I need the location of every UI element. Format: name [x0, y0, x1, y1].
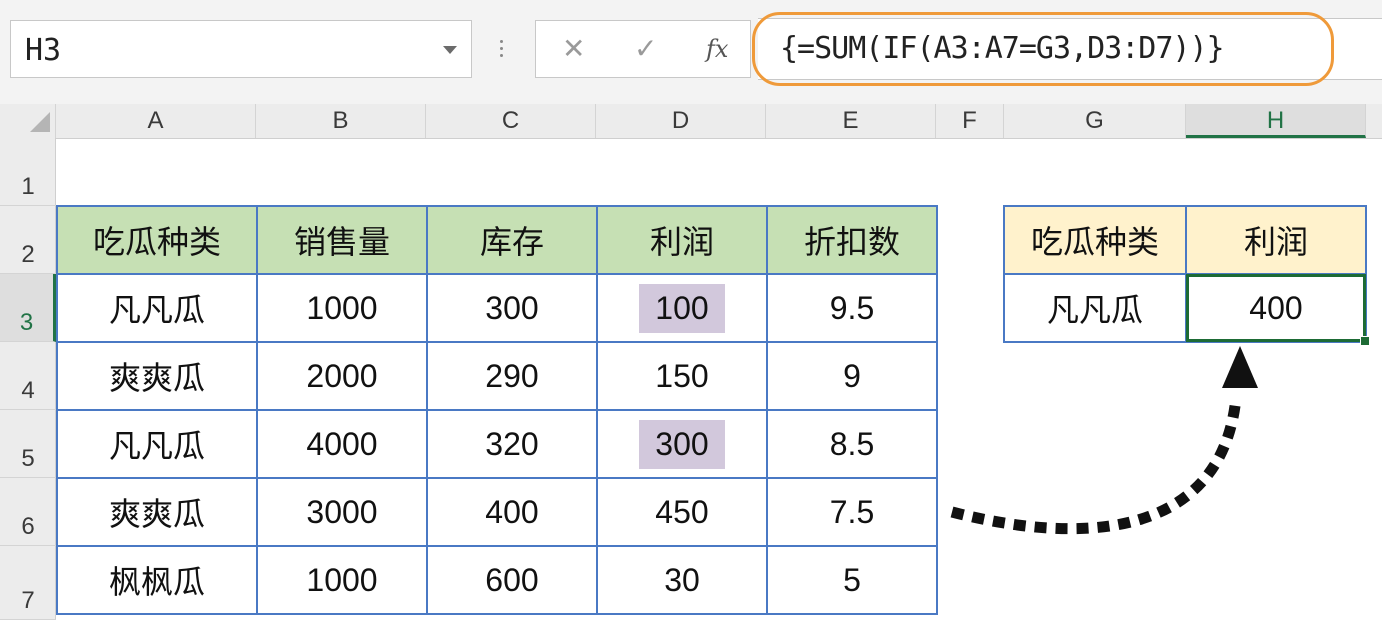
cell-type[interactable]: 爽爽瓜	[56, 341, 258, 411]
cell-sales[interactable]: 3000	[256, 477, 428, 547]
column-header-g[interactable]: G	[1004, 104, 1186, 138]
column-header-f[interactable]: F	[936, 104, 1004, 138]
header-cell-profit[interactable]: 利润	[596, 205, 768, 275]
cell-discount[interactable]: 7.5	[766, 477, 938, 547]
column-header-d[interactable]: D	[596, 104, 766, 138]
column-header-e[interactable]: E	[766, 104, 936, 138]
lookup-table: 吃瓜种类 利润 凡凡瓜 400	[1003, 205, 1370, 346]
cell-profit[interactable]: 150	[596, 341, 768, 411]
highlighted-profit: 300	[639, 419, 725, 469]
lookup-key-cell[interactable]: 凡凡瓜	[1003, 273, 1187, 343]
cell-profit[interactable]: 450	[596, 477, 768, 547]
highlighted-profit: 100	[639, 283, 725, 333]
table-header-row: 吃瓜种类 销售量 库存 利润 折扣数	[56, 205, 938, 275]
fill-handle[interactable]	[1360, 336, 1370, 346]
cell-stock[interactable]: 600	[426, 545, 598, 615]
cell-type[interactable]: 枫枫瓜	[56, 545, 258, 615]
cell-stock[interactable]: 300	[426, 273, 598, 343]
row-header-6[interactable]: 6	[0, 478, 56, 546]
header-cell-stock[interactable]: 库存	[426, 205, 598, 275]
lookup-row: 凡凡瓜 400	[1003, 273, 1370, 346]
result-value: 400	[1249, 289, 1303, 326]
active-result-cell[interactable]: 400	[1185, 273, 1370, 346]
table-row: 凡凡瓜 4000 320 300 8.5	[56, 409, 938, 479]
fruit-table: 吃瓜种类 销售量 库存 利润 折扣数 凡凡瓜 1000 300 100 9.5 …	[56, 205, 938, 615]
formula-bar: H3 ✕ ✓ fx {=SUM(IF(A3:A7=G3,D3:D7))}	[0, 0, 1382, 104]
cell-discount[interactable]: 9	[766, 341, 938, 411]
table-row: 凡凡瓜 1000 300 100 9.5	[56, 273, 938, 343]
enter-icon[interactable]: ✓	[634, 31, 657, 67]
table-row: 爽爽瓜 2000 290 150 9	[56, 341, 938, 411]
cell-type[interactable]: 凡凡瓜	[56, 409, 258, 479]
cell-type[interactable]: 凡凡瓜	[56, 273, 258, 343]
cell-stock[interactable]: 400	[426, 477, 598, 547]
table-row: 枫枫瓜 1000 600 30 5	[56, 545, 938, 615]
header-cell-type[interactable]: 吃瓜种类	[56, 205, 258, 275]
row-header-2[interactable]: 2	[0, 206, 56, 274]
cell-profit[interactable]: 300	[596, 409, 768, 479]
more-options-icon[interactable]	[500, 40, 504, 62]
table-row: 爽爽瓜 3000 400 450 7.5	[56, 477, 938, 547]
row-header-bar: 1 2 3 4 5 6 7	[0, 138, 56, 620]
row-header-4[interactable]: 4	[0, 342, 56, 410]
cell-sales[interactable]: 1000	[256, 273, 428, 343]
cell-sales[interactable]: 1000	[256, 545, 428, 615]
column-header-a[interactable]: A	[56, 104, 256, 138]
name-box-value: H3	[25, 33, 62, 68]
cell-discount[interactable]: 5	[766, 545, 938, 615]
name-box[interactable]: H3	[10, 20, 472, 78]
insert-function-icon[interactable]: fx	[706, 31, 728, 67]
cell-type[interactable]: 爽爽瓜	[56, 477, 258, 547]
cell-sales[interactable]: 2000	[256, 341, 428, 411]
cell-stock[interactable]: 290	[426, 341, 598, 411]
column-header-b[interactable]: B	[256, 104, 426, 138]
row-header-7[interactable]: 7	[0, 546, 56, 620]
cell-sales[interactable]: 4000	[256, 409, 428, 479]
cell-profit[interactable]: 100	[596, 273, 768, 343]
header-cell-sales[interactable]: 销售量	[256, 205, 428, 275]
column-header-bar: A B C D E F G H	[0, 104, 1382, 139]
cancel-icon[interactable]: ✕	[562, 31, 585, 67]
cell-stock[interactable]: 320	[426, 409, 598, 479]
cell-discount[interactable]: 8.5	[766, 409, 938, 479]
row-header-5[interactable]: 5	[0, 410, 56, 478]
row-header-1[interactable]: 1	[0, 138, 56, 206]
lookup-header-profit[interactable]: 利润	[1185, 205, 1367, 275]
select-all-triangle-icon[interactable]	[30, 112, 50, 132]
column-header-h[interactable]: H	[1186, 104, 1366, 138]
chevron-down-icon[interactable]	[443, 46, 457, 54]
cell-discount[interactable]: 9.5	[766, 273, 938, 343]
lookup-header-type[interactable]: 吃瓜种类	[1003, 205, 1187, 275]
formula-buttons: ✕ ✓ fx	[535, 20, 751, 78]
formula-highlight-oval	[752, 12, 1334, 86]
column-header-c[interactable]: C	[426, 104, 596, 138]
dotted-arrow-icon	[950, 346, 1258, 535]
row-header-3[interactable]: 3	[0, 274, 56, 342]
cell-profit[interactable]: 30	[596, 545, 768, 615]
lookup-header-row: 吃瓜种类 利润	[1003, 205, 1367, 275]
header-cell-discount[interactable]: 折扣数	[766, 205, 938, 275]
